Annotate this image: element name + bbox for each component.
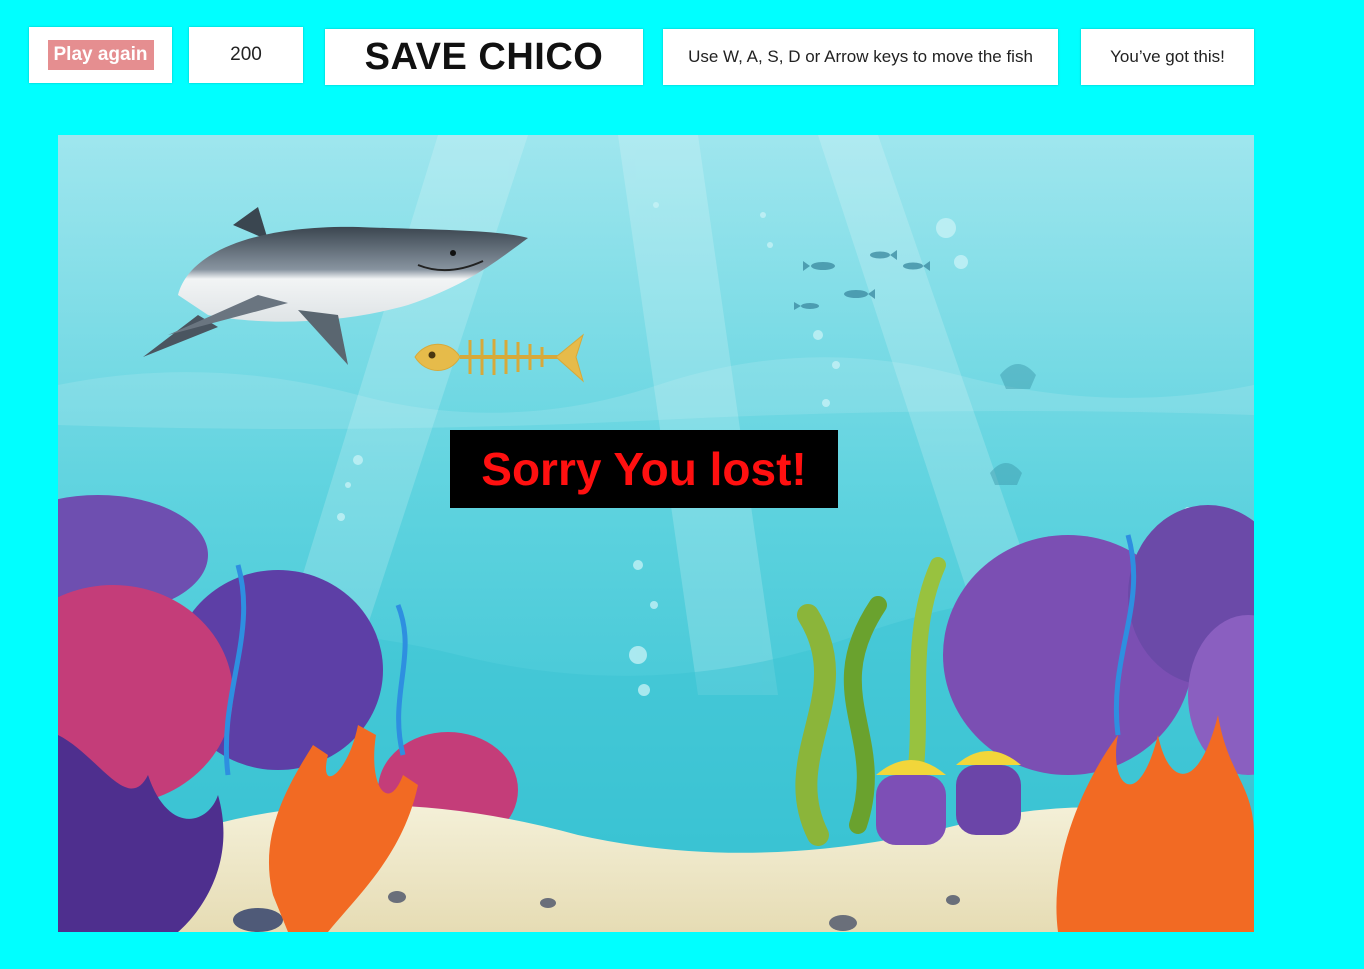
encouragement-text: You’ve got this! <box>1081 29 1254 85</box>
underwater-scene <box>58 135 1254 932</box>
play-again-box: Play again <box>29 27 172 83</box>
play-again-button[interactable]: Play again <box>47 40 154 70</box>
game-title: SAVE CHICO <box>325 29 643 85</box>
instructions-text: Use W, A, S, D or Arrow keys to move the… <box>663 29 1058 85</box>
score-display: 200 <box>189 27 303 83</box>
game-canvas[interactable]: Sorry You lost! <box>58 135 1254 932</box>
game-over-message: Sorry You lost! <box>450 430 838 508</box>
